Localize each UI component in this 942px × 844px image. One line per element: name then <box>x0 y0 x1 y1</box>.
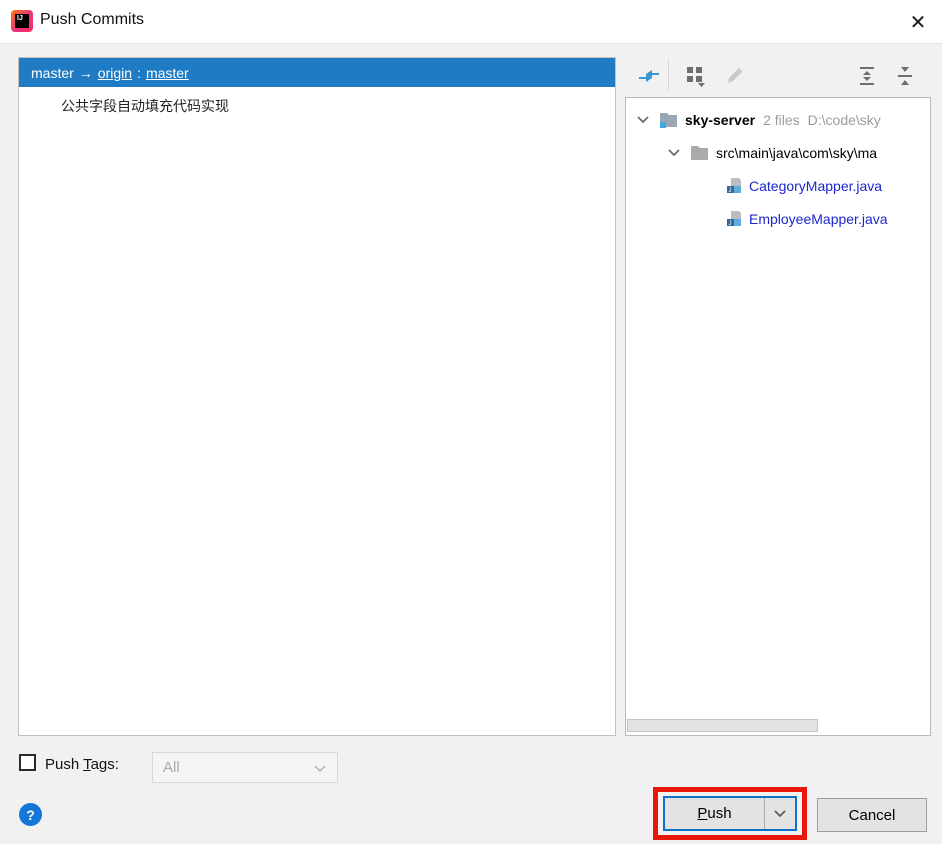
module-folder-icon <box>659 111 678 128</box>
help-icon[interactable]: ? <box>19 803 42 826</box>
chevron-down-icon <box>313 762 327 780</box>
chevron-down-icon[interactable] <box>666 145 682 161</box>
package-path: src\main\java\com\sky\ma <box>716 145 877 161</box>
svg-text:J: J <box>729 221 732 227</box>
title-bar: IJ Push Commits ✕ <box>0 0 942 44</box>
group-by-icon[interactable] <box>684 63 708 87</box>
push-options-dropdown[interactable] <box>765 798 795 829</box>
tree-row-module[interactable]: sky-server 2 files D:\code\sky <box>626 103 930 136</box>
tree-row-file[interactable]: J CategoryMapper.java <box>626 169 930 202</box>
push-button[interactable]: Push <box>663 796 797 831</box>
module-path: D:\code\sky <box>808 112 881 128</box>
expand-all-icon[interactable] <box>855 64 879 88</box>
target-branch-link[interactable]: master <box>146 65 189 81</box>
close-icon[interactable]: ✕ <box>900 5 936 39</box>
collapse-all-icon[interactable] <box>893 64 917 88</box>
dialog-title: Push Commits <box>40 11 144 29</box>
push-button-label[interactable]: Push <box>665 798 764 829</box>
tags-select[interactable]: All <box>152 752 338 783</box>
edit-commit-message-icon[interactable] <box>724 62 748 86</box>
java-class-icon: J <box>725 210 742 227</box>
arrow-glyph: → <box>79 65 93 81</box>
chevron-down-icon[interactable] <box>635 112 651 128</box>
collapse-arrows-icon[interactable] <box>637 63 661 87</box>
remote-link[interactable]: origin <box>98 65 132 81</box>
changes-count: 2 files <box>763 112 800 128</box>
push-commits-dialog: IJ Push Commits ✕ master → origin : mast… <box>0 0 942 844</box>
tree-row-file[interactable]: J EmployeeMapper.java <box>626 202 930 235</box>
tree-row-package[interactable]: src\main\java\com\sky\ma <box>626 136 930 169</box>
java-class-icon: J <box>725 177 742 194</box>
source-branch: master <box>31 65 74 81</box>
changed-files-tree: sky-server 2 files D:\code\sky src\main\… <box>625 97 931 736</box>
horizontal-scrollbar-thumb[interactable] <box>627 719 818 732</box>
cancel-button[interactable]: Cancel <box>817 798 927 832</box>
folder-icon <box>690 144 709 161</box>
commit-list-panel: master → origin : master 公共字段自动填充代码实现 <box>18 57 616 736</box>
svg-text:J: J <box>729 188 732 194</box>
branch-header-row[interactable]: master → origin : master <box>19 58 615 87</box>
commit-message-item[interactable]: 公共字段自动填充代码实现 <box>19 96 615 116</box>
push-tags-label[interactable]: Push Tags: <box>45 756 119 773</box>
file-name: CategoryMapper.java <box>749 178 882 194</box>
intellij-logo-icon: IJ <box>11 10 33 32</box>
module-name: sky-server <box>685 112 755 128</box>
toolbar-separator <box>668 60 669 90</box>
colon-separator: : <box>137 65 141 81</box>
push-tags-checkbox[interactable] <box>19 754 36 771</box>
file-name: EmployeeMapper.java <box>749 211 888 227</box>
tags-select-value: All <box>163 759 180 776</box>
